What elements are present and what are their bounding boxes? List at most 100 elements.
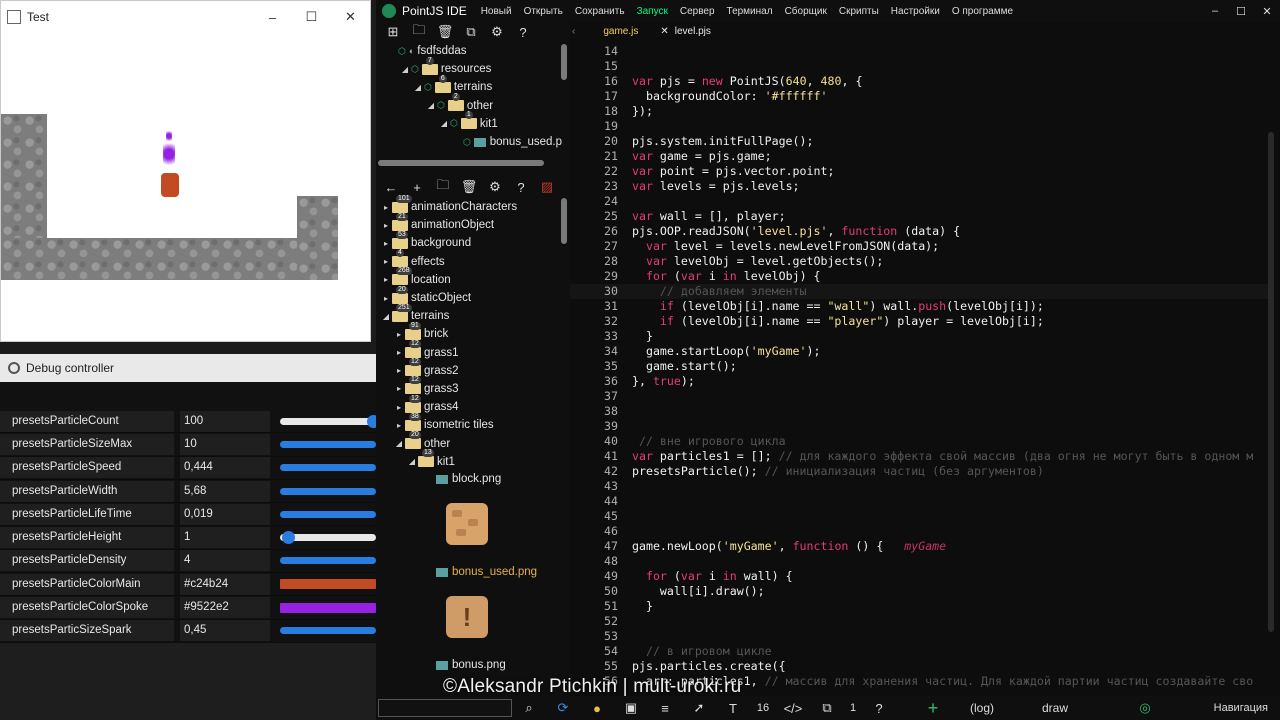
menu-item[interactable]: Открыть	[524, 6, 563, 17]
line-text[interactable]: var wall = [], player;	[632, 209, 786, 224]
code-line[interactable]: 42 presetsParticle(); // инициализация ча…	[570, 464, 1272, 479]
tree-item[interactable]: ◢ ⬡ 6 terrains	[376, 74, 562, 96]
param-value[interactable]: 1	[180, 527, 270, 549]
tree-item[interactable]: ▸ 12 grass1	[376, 340, 562, 362]
line-text[interactable]: pjs.OOP.readJSON('level.pjs', function (…	[632, 224, 960, 239]
param-value[interactable]: 4	[180, 550, 270, 572]
code-line[interactable]: 24	[570, 194, 1272, 209]
tree-item[interactable]: ▸ 53 background	[376, 230, 562, 252]
line-text[interactable]: // вне игрового цикла	[632, 434, 786, 449]
add-icon[interactable]: +	[404, 180, 430, 195]
expand-arrow-icon[interactable]: ◢	[406, 457, 418, 466]
param-slider[interactable]	[280, 464, 376, 472]
assets-vscroll[interactable]	[561, 198, 567, 244]
sliders-icon[interactable]: ≡	[648, 701, 682, 716]
add-icon[interactable]: +	[916, 698, 950, 719]
code-line[interactable]: 44	[570, 494, 1272, 509]
param-slider[interactable]	[280, 557, 376, 565]
run-icon[interactable]: ◎	[1128, 700, 1162, 716]
code-line[interactable]: 33 }	[570, 329, 1272, 344]
line-text[interactable]: pjs.system.initFullPage();	[632, 134, 813, 149]
expand-arrow-icon[interactable]: ◢	[412, 83, 424, 92]
tree-item[interactable]: ◢ 13 kit1	[376, 449, 562, 471]
bonus-used-thumbnail[interactable]: !	[446, 596, 488, 638]
menu-item[interactable]: Запуск	[637, 6, 668, 17]
expand-arrow-icon[interactable]: ▸	[380, 221, 392, 230]
code-line[interactable]: 47 game.newLoop('myGame', function () { m…	[570, 539, 1272, 554]
param-slider[interactable]	[280, 487, 376, 495]
slider-thumb[interactable]	[281, 531, 295, 545]
param-value[interactable]: #9522e2	[180, 597, 270, 619]
code-line[interactable]: 27 var level = levels.newLevelFromJSON(d…	[570, 239, 1272, 254]
line-text[interactable]: });	[632, 104, 653, 119]
param-slider[interactable]	[280, 627, 376, 635]
code-line[interactable]: 43	[570, 479, 1272, 494]
line-text[interactable]: var particles1 = []; // для каждого эффе…	[632, 449, 1253, 464]
back-icon[interactable]: ←	[378, 180, 404, 195]
tree-item[interactable]: ◢ 251 terrains	[376, 303, 562, 325]
line-text[interactable]: game.newLoop('myGame', function () { myG…	[632, 539, 946, 554]
expand-arrow-icon[interactable]: ▸	[380, 203, 392, 212]
line-text[interactable]: var point = pjs.vector.point;	[632, 164, 834, 179]
expand-arrow-icon[interactable]: ▸	[380, 257, 392, 266]
tree-item[interactable]: ◢ ⬡ 7 resources	[376, 56, 562, 78]
window-icon[interactable]: ⧉	[810, 700, 844, 716]
code-line[interactable]: 54 // в игровом цикле	[570, 644, 1272, 659]
code-line[interactable]: 41 var particles1 = []; // для каждого эф…	[570, 449, 1272, 464]
new-folder-icon[interactable]: 🗀	[430, 176, 456, 198]
expand-arrow-icon[interactable]: ▸	[380, 239, 392, 248]
code-line[interactable]: 14	[570, 44, 1272, 59]
tree-item[interactable]: ⬡ bonus_used.p	[376, 133, 562, 151]
param-value[interactable]: 0,444	[180, 457, 270, 479]
tab-active[interactable]: game.js	[603, 26, 638, 37]
expand-arrow-icon[interactable]: ◢	[399, 65, 411, 74]
asset-file[interactable]: bonus_used.png	[436, 563, 537, 581]
tree-item[interactable]: ⬡ ◐ fsdfsddas	[376, 42, 562, 60]
code-line[interactable]: 49 for (var i in wall) {	[570, 569, 1272, 584]
game-canvas[interactable]	[1, 33, 370, 341]
gear-icon[interactable]: ⚙	[484, 24, 510, 40]
param-value[interactable]: 100	[180, 410, 270, 432]
code-line[interactable]: 36}, true);	[570, 374, 1272, 389]
line-text[interactable]: }	[632, 599, 653, 614]
log-label[interactable]: (log)	[970, 701, 1030, 715]
tree-item[interactable]: ◢ ⬡ 1 kit1	[376, 111, 562, 133]
gear-icon[interactable]: ⚙	[482, 179, 508, 195]
tree-vscroll[interactable]	[561, 44, 567, 80]
broken-image-icon[interactable]: ▨	[534, 179, 560, 195]
code-line[interactable]: 55 pjs.particles.create({	[570, 659, 1272, 674]
arrow-icon[interactable]: ➚	[682, 700, 716, 716]
expand-arrow-icon[interactable]: ▸	[380, 294, 392, 303]
close-icon[interactable]: ✕	[660, 26, 668, 37]
editor-vscroll[interactable]	[1268, 132, 1274, 632]
delete-icon[interactable]: 🗑	[432, 24, 458, 40]
code-line[interactable]: 21 var game = pjs.game;	[570, 149, 1272, 164]
code-line[interactable]: 38	[570, 404, 1272, 419]
code-line[interactable]: 17 backgroundColor: '#ffffff'	[570, 89, 1272, 104]
line-text[interactable]: game.startLoop('myGame');	[632, 344, 821, 359]
param-value[interactable]: 0,019	[180, 503, 270, 525]
param-value[interactable]: #c24b24	[180, 573, 270, 595]
line-text[interactable]: var levelObj = level.getObjects();	[632, 254, 883, 269]
tab-back-icon[interactable]: ‹	[572, 26, 575, 37]
expand-arrow-icon[interactable]: ▸	[393, 366, 405, 375]
menu-item[interactable]: Новый	[481, 6, 512, 17]
expand-arrow-icon[interactable]: ◢	[393, 439, 405, 448]
tree-item[interactable]: ▸ 38 isometric tiles	[376, 412, 562, 434]
close-button[interactable]: ✕	[1254, 5, 1280, 18]
expand-arrow-icon[interactable]: ▸	[393, 403, 405, 412]
code-line[interactable]: 15	[570, 59, 1272, 74]
delete-icon[interactable]: 🗑	[456, 179, 482, 195]
bulb-icon[interactable]: ●	[580, 701, 614, 716]
code-line[interactable]: 39	[570, 419, 1272, 434]
expand-arrow-icon[interactable]: ◢	[425, 101, 437, 110]
tree-item[interactable]: ▸ 12 grass4	[376, 394, 562, 416]
code-icon[interactable]: </>	[776, 701, 810, 716]
close-button[interactable]: ✕	[331, 1, 370, 33]
block-thumbnail[interactable]	[446, 503, 488, 545]
code-line[interactable]: 37	[570, 389, 1272, 404]
copy-icon[interactable]: ⧉	[458, 24, 484, 40]
line-text[interactable]: }	[632, 329, 653, 344]
function-label[interactable]: draw	[1042, 701, 1102, 715]
image-icon[interactable]: ▣	[614, 700, 648, 716]
